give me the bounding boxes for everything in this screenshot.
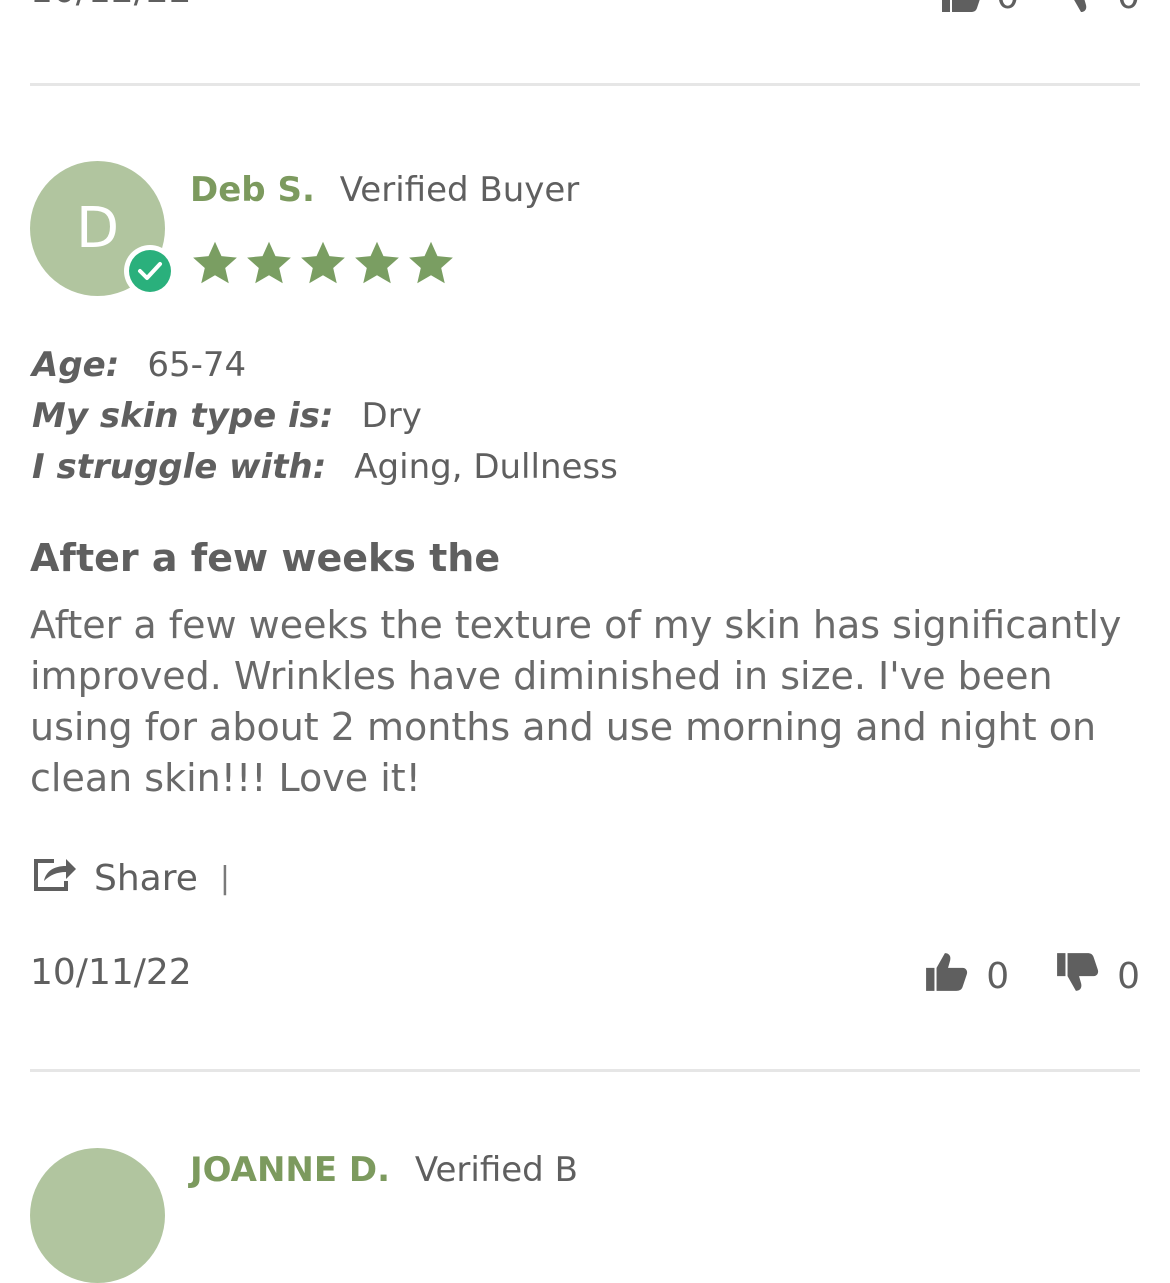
review-body: After a few weeks the texture of my skin… — [30, 603, 1122, 800]
attribute-value: 65-74 — [147, 345, 247, 385]
attribute-value: Aging, Dullness — [354, 447, 618, 487]
review-votes: 0 0 — [924, 950, 1140, 1003]
thumbs-down-icon[interactable] — [1061, 0, 1105, 18]
thumbs-up-icon[interactable] — [940, 0, 984, 18]
share-icon — [32, 855, 78, 902]
review-date: 10/11/22 — [30, 952, 192, 993]
attribute-row-skin-type: My skin type is: Dry — [32, 391, 618, 442]
attribute-row-age: Age: 65-74 — [32, 340, 618, 391]
author-name: Deb S. — [190, 170, 315, 210]
star-icon — [244, 238, 294, 292]
review-divider — [30, 83, 1140, 86]
attribute-label: I struggle with: — [32, 447, 327, 487]
next-review-author-line: JOANNE D. Verified B — [190, 1150, 578, 1190]
star-icon — [190, 238, 240, 292]
previous-review-votes: 0 0 — [940, 0, 1140, 18]
attribute-label: My skin type is: — [32, 396, 334, 436]
previous-unhelpful-count: 0 — [1117, 0, 1140, 17]
avatar-initial: D — [75, 196, 120, 261]
review-divider — [30, 1069, 1140, 1072]
star-icon — [352, 238, 402, 292]
next-review-avatar — [30, 1148, 165, 1283]
share-separator: | — [219, 861, 230, 896]
attribute-value: Dry — [361, 396, 422, 436]
previous-review-date: 10/12/22 — [30, 0, 192, 11]
unhelpful-count: 0 — [1117, 956, 1140, 997]
review-title: After a few weeks the — [30, 536, 501, 580]
thumbs-up-icon[interactable] — [924, 950, 970, 1003]
next-review-author-name: JOANNE D. — [190, 1150, 391, 1190]
review-attributes: Age: 65-74 My skin type is: Dry I struggle… — [32, 340, 618, 493]
verified-badge — [124, 245, 176, 297]
verified-buyer-label: Verified Buyer — [339, 170, 580, 210]
check-circle-icon — [129, 250, 171, 292]
star-icon — [298, 238, 348, 292]
previous-helpful-count: 0 — [996, 0, 1019, 17]
attribute-row-concerns: I struggle with: Aging, Dullness — [32, 442, 618, 493]
share-button[interactable]: Share | — [32, 855, 230, 902]
star-icon — [406, 238, 456, 292]
share-label: Share — [94, 858, 198, 899]
helpful-count: 0 — [986, 956, 1010, 997]
attribute-label: Age: — [32, 345, 120, 385]
thumbs-down-icon[interactable] — [1055, 950, 1101, 1003]
star-rating — [190, 238, 456, 292]
author-line: Deb S. Verified Buyer — [190, 170, 579, 210]
next-review-badge: Verified B — [414, 1150, 578, 1190]
